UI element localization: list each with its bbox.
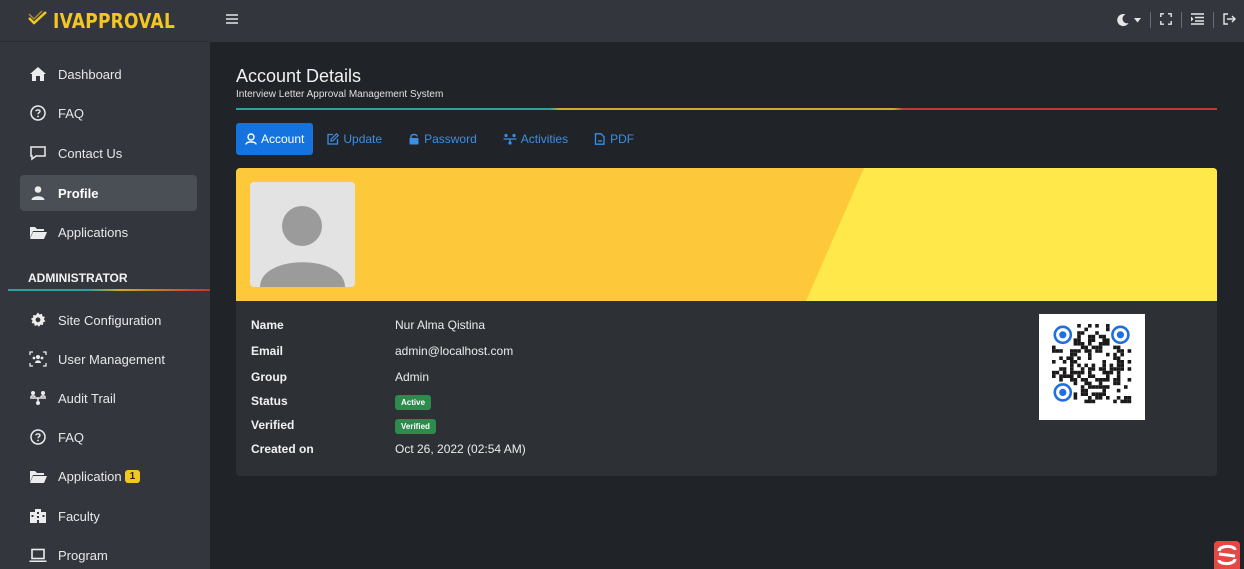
- fullscreen-icon[interactable]: [1160, 12, 1172, 28]
- user-avatar-icon: [260, 206, 345, 287]
- sidebar: IVAPPROVAL Dashboard FAQ Contact Us Prof…: [0, 0, 210, 569]
- lock-icon: [408, 133, 420, 145]
- sidebar-item-label: Dashboard: [58, 66, 122, 82]
- folder-open-icon: [28, 467, 48, 485]
- caret-down-icon: [1134, 17, 1141, 22]
- tab-label: Activities: [520, 132, 569, 146]
- group-value: Admin: [395, 370, 430, 384]
- cogs-icon: [28, 311, 48, 329]
- list-icon[interactable]: [1191, 12, 1204, 28]
- tab-password[interactable]: Password: [396, 123, 489, 155]
- corner-app-icon[interactable]: [1214, 541, 1240, 569]
- topbar-tools: [1116, 12, 1236, 28]
- edit-icon: [327, 133, 340, 145]
- sitemap-icon: [503, 133, 517, 145]
- file-pdf-icon: [594, 133, 606, 145]
- topbar: [210, 0, 1244, 42]
- tab-label: PDF: [610, 132, 635, 146]
- created-on-value: Oct 26, 2022 (02:54 AM): [395, 442, 526, 456]
- brand-logo[interactable]: IVAPPROVAL: [0, 0, 210, 42]
- laptop-icon: [28, 546, 48, 564]
- section-divider: [8, 289, 210, 291]
- status-badge: Active: [395, 395, 432, 410]
- sidebar-item-label: Audit Trail: [58, 390, 116, 406]
- sidebar-item-faq[interactable]: FAQ: [20, 95, 197, 131]
- sidebar-item-audit-trail[interactable]: Audit Trail: [20, 380, 197, 416]
- question-circle-icon: [28, 104, 48, 122]
- user-icon: [28, 184, 48, 202]
- question-circle-icon: [28, 428, 48, 446]
- avatar: [250, 182, 355, 287]
- page-title: Account Details: [236, 66, 362, 86]
- sidebar-item-program[interactable]: Program: [20, 537, 197, 569]
- sidebar-item-label: Contact Us: [58, 145, 123, 161]
- message-icon: [28, 144, 48, 162]
- sidebar-item-label: FAQ: [58, 429, 85, 445]
- theme-moon-icon[interactable]: [1116, 13, 1141, 27]
- tab-activities[interactable]: Activities: [491, 123, 580, 155]
- tab-account[interactable]: Account: [236, 123, 314, 155]
- email-value: admin@localhost.com: [395, 344, 514, 358]
- folder-open-icon: [28, 223, 48, 241]
- tab-label: Update: [343, 132, 383, 146]
- hamburger-icon[interactable]: [226, 12, 238, 30]
- sidebar-item-label: Applications: [58, 224, 129, 240]
- user-badge-icon: [245, 133, 257, 145]
- profile-tabs: Account Update Password Activities PDF: [236, 123, 648, 155]
- info-row-email: Email admin@localhost.com: [251, 344, 514, 358]
- home-icon: [28, 65, 48, 83]
- divider: [1181, 12, 1182, 28]
- name-value: Nur Alma Qistina: [395, 318, 486, 332]
- info-row-created-on: Created on Oct 26, 2022 (02:54 AM): [251, 442, 526, 456]
- sidebar-section-administrator: ADMINISTRATOR: [28, 271, 128, 285]
- sidebar-item-label: FAQ: [58, 105, 85, 121]
- sidebar-item-dashboard[interactable]: Dashboard: [20, 56, 197, 92]
- sidebar-item-profile[interactable]: Profile: [20, 175, 197, 211]
- banner-accent: [806, 168, 1217, 301]
- verified-badge: Verified: [395, 419, 436, 434]
- tab-label: Account: [261, 132, 305, 146]
- info-row-status: Status Active: [251, 394, 651, 412]
- sidebar-item-application[interactable]: Application 1: [20, 458, 197, 494]
- sidebar-item-label: Site Configuration: [58, 312, 162, 328]
- sidebar-item-user-management[interactable]: User Management: [20, 341, 197, 377]
- sidebar-item-applications[interactable]: Applications: [20, 214, 197, 250]
- brand-name: IVAPPROVAL: [53, 8, 176, 33]
- page-subtitle: Interview Letter Approval Management Sys…: [236, 89, 444, 100]
- qr-code-icon: [1052, 324, 1132, 404]
- sidebar-item-faculty[interactable]: Faculty: [20, 498, 197, 534]
- info-row-group: Group Admin: [251, 370, 430, 384]
- sidebar-item-label: Profile: [58, 185, 99, 201]
- check-icon: [28, 9, 48, 32]
- divider: [1150, 12, 1151, 28]
- profile-banner: [236, 168, 1217, 301]
- logout-icon[interactable]: [1223, 12, 1236, 28]
- sidebar-item-label: Program: [58, 547, 108, 563]
- sitemap-icon: [28, 389, 48, 407]
- tab-update[interactable]: Update: [315, 123, 394, 155]
- sidebar-item-label: Application: [58, 468, 122, 484]
- sidebar-item-site-configuration[interactable]: Site Configuration: [20, 302, 197, 338]
- divider: [1213, 12, 1214, 28]
- info-row-verified: Verified Verified: [251, 418, 651, 436]
- sidebar-item-label: User Management: [58, 351, 165, 367]
- tab-pdf[interactable]: PDF: [582, 123, 646, 155]
- sidebar-item-admin-faq[interactable]: FAQ: [20, 419, 197, 455]
- tab-label: Password: [424, 132, 477, 146]
- building-icon: [28, 507, 48, 525]
- info-row-name: Name Nur Alma Qistina: [251, 318, 486, 332]
- users-frame-icon: [28, 350, 48, 368]
- sidebar-item-contact-us[interactable]: Contact Us: [20, 135, 197, 171]
- account-card: Name Nur Alma Qistina Email admin@localh…: [236, 168, 1217, 476]
- title-divider: [236, 108, 1217, 110]
- qr-code: [1039, 314, 1145, 420]
- notification-badge: 1: [124, 469, 141, 483]
- sidebar-item-label: Faculty: [58, 508, 100, 524]
